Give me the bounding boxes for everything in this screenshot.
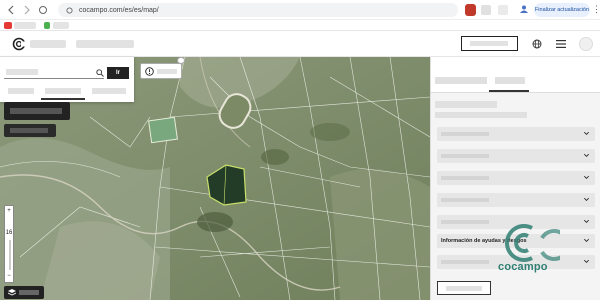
browser-menu-icon[interactable]: ⋮ xyxy=(592,4,600,14)
search-panel: Ir xyxy=(0,57,134,102)
panel-tabs xyxy=(431,57,600,93)
forward-icon[interactable] xyxy=(22,5,32,15)
map-label-chip[interactable] xyxy=(4,102,70,120)
map-label-chip-2[interactable] xyxy=(4,124,56,137)
nav-link[interactable] xyxy=(76,40,134,48)
close-chip-icon[interactable] xyxy=(177,57,185,64)
back-icon[interactable] xyxy=(6,5,16,15)
bookmark-2[interactable] xyxy=(53,22,69,29)
tab-2[interactable] xyxy=(45,88,81,94)
info-icon xyxy=(145,67,154,76)
chevron-down-icon xyxy=(584,153,589,157)
extension-icon-3[interactable] xyxy=(498,5,508,15)
globe-icon[interactable] xyxy=(532,39,542,49)
browser-toolbar: cocampo.com/es/es/map/ Finalizar actuali… xyxy=(0,0,600,20)
layers-button[interactable] xyxy=(4,286,44,299)
zoom-control: + 16 − xyxy=(4,205,14,283)
reload-icon[interactable] xyxy=(38,5,48,15)
search-input[interactable] xyxy=(4,65,104,79)
profile-icon[interactable] xyxy=(519,4,529,14)
info-chip[interactable] xyxy=(140,63,182,79)
cocampo-logo-icon[interactable] xyxy=(12,37,26,51)
accordion-1[interactable] xyxy=(437,127,595,141)
address-bar[interactable]: cocampo.com/es/es/map/ xyxy=(58,3,458,17)
chevron-down-icon xyxy=(584,197,589,201)
maps-icon[interactable] xyxy=(44,22,50,29)
youtube-icon[interactable] xyxy=(4,22,12,29)
search-icon[interactable] xyxy=(96,69,104,77)
zoom-in-button[interactable]: + xyxy=(5,208,13,214)
accordion-4[interactable] xyxy=(437,193,595,207)
chevron-down-icon xyxy=(584,175,589,179)
chevron-down-icon xyxy=(584,219,589,223)
extension-icon-2[interactable] xyxy=(481,5,491,15)
panel-tab-1[interactable] xyxy=(435,77,487,84)
chevron-down-icon xyxy=(584,238,589,242)
avatar[interactable] xyxy=(579,37,593,51)
header-action-button[interactable] xyxy=(461,36,518,51)
go-button[interactable]: Ir xyxy=(107,67,129,79)
url-text: cocampo.com/es/es/map/ xyxy=(79,6,159,14)
extension-icon[interactable] xyxy=(465,4,476,16)
site-info-icon[interactable] xyxy=(66,6,73,14)
chevron-down-icon xyxy=(584,131,589,135)
zoom-level: 16 xyxy=(5,230,13,236)
active-panel-tab xyxy=(489,90,529,92)
app-header xyxy=(0,31,600,57)
accordion-3[interactable] xyxy=(437,171,595,185)
update-button[interactable]: Finalizar actualización xyxy=(534,3,590,17)
parcel-subtitle xyxy=(435,112,527,118)
menu-icon[interactable] xyxy=(556,40,566,48)
active-tab-indicator xyxy=(41,98,85,100)
zoom-slider[interactable] xyxy=(9,240,11,270)
bookmarks-bar xyxy=(0,20,600,31)
tab-1[interactable] xyxy=(8,88,34,94)
accordion-2[interactable] xyxy=(437,149,595,163)
bookmark-1[interactable] xyxy=(14,22,36,29)
panel-action-button[interactable] xyxy=(437,281,491,295)
watermark-text: cocampo xyxy=(498,261,548,273)
brand-name xyxy=(30,40,66,48)
zoom-out-button[interactable]: − xyxy=(5,273,13,279)
panel-tab-2[interactable] xyxy=(495,77,525,84)
parcel-title xyxy=(435,101,497,108)
chevron-down-icon xyxy=(584,259,589,263)
layers-icon xyxy=(8,289,16,296)
tab-3[interactable] xyxy=(92,88,126,94)
